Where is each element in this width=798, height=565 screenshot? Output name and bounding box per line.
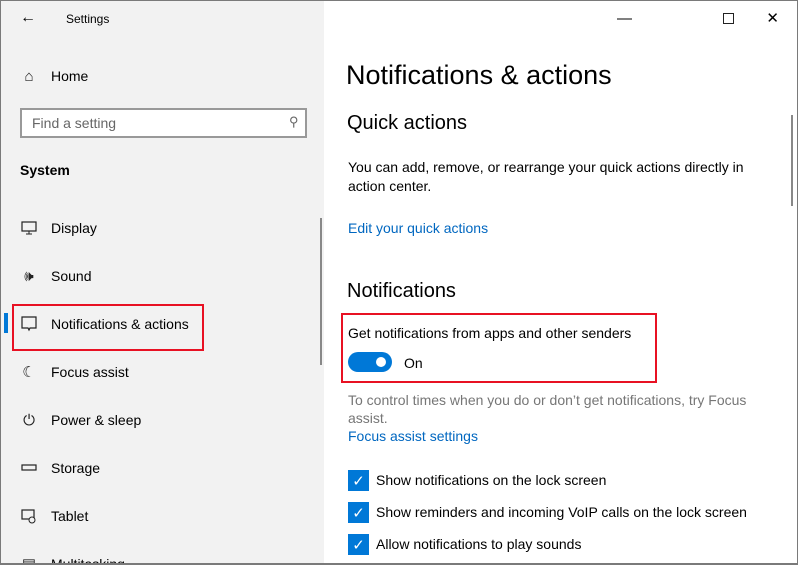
- search-icon: ⚲: [289, 114, 299, 129]
- checkmark-icon: ✓: [352, 472, 365, 490]
- display-icon: [20, 219, 38, 237]
- checkmark-icon: ✓: [352, 536, 365, 554]
- search-input[interactable]: Find a setting ⚲: [20, 108, 307, 138]
- quick-actions-heading: Quick actions: [347, 112, 468, 134]
- checkbox-label: Show reminders and incoming VoIP calls o…: [376, 504, 747, 520]
- section-heading: System: [20, 162, 70, 178]
- back-button[interactable]: ←: [20, 9, 36, 27]
- settings-window: ← Settings ⌂ Home Find a setting ⚲ Syste…: [0, 0, 798, 565]
- close-button[interactable]: ✕: [766, 9, 779, 27]
- main-scrollbar[interactable]: [791, 115, 793, 206]
- power-icon: ⏻: [23, 411, 35, 429]
- checkbox-play-sounds[interactable]: ✓: [348, 534, 369, 555]
- page-title: Notifications & actions: [346, 60, 612, 90]
- window-title: Settings: [66, 12, 110, 26]
- sidebar-home[interactable]: ⌂ Home: [1, 56, 324, 96]
- sidebar-item-tablet[interactable]: Tablet: [1, 496, 324, 536]
- sidebar-item-display[interactable]: Display: [1, 208, 324, 248]
- sidebar-item-multitasking[interactable]: ▤ Multitasking: [1, 544, 324, 565]
- sidebar-item-storage[interactable]: Storage: [1, 448, 324, 488]
- checkbox-label: Allow notifications to play sounds: [376, 536, 582, 552]
- moon-icon: ☾: [22, 364, 36, 381]
- sound-icon: 🕪︎: [24, 267, 34, 285]
- tablet-icon: [20, 507, 38, 525]
- checkmark-icon: ✓: [352, 504, 365, 522]
- highlight-box-nav: [12, 304, 204, 351]
- minimize-button[interactable]: —: [617, 10, 632, 27]
- focus-assist-settings-link[interactable]: Focus assist settings: [348, 428, 478, 444]
- checkbox-reminders-voip[interactable]: ✓: [348, 502, 369, 523]
- maximize-button[interactable]: [723, 13, 734, 24]
- notifications-heading: Notifications: [347, 280, 456, 302]
- storage-icon: [20, 459, 38, 477]
- sidebar-scrollbar[interactable]: [320, 218, 322, 365]
- checkbox-label: Show notifications on the lock screen: [376, 472, 607, 488]
- sidebar-item-sound[interactable]: 🕪︎ Sound: [1, 256, 324, 296]
- quick-actions-description: You can add, remove, or rearrange your q…: [348, 159, 744, 194]
- multitasking-icon: ▤: [21, 556, 37, 565]
- sidebar-item-focus-assist[interactable]: ☾ Focus assist: [1, 352, 324, 392]
- edit-quick-actions-link[interactable]: Edit your quick actions: [348, 220, 488, 236]
- sidebar-item-power-sleep[interactable]: ⏻ Power & sleep: [1, 400, 324, 440]
- checkbox-lock-screen[interactable]: ✓: [348, 470, 369, 491]
- highlight-box-toggle: [341, 313, 657, 383]
- focus-assist-text: To control times when you do or don’t ge…: [348, 392, 747, 426]
- sidebar: ← Settings ⌂ Home Find a setting ⚲ Syste…: [1, 1, 324, 565]
- home-icon: ⌂: [24, 67, 34, 85]
